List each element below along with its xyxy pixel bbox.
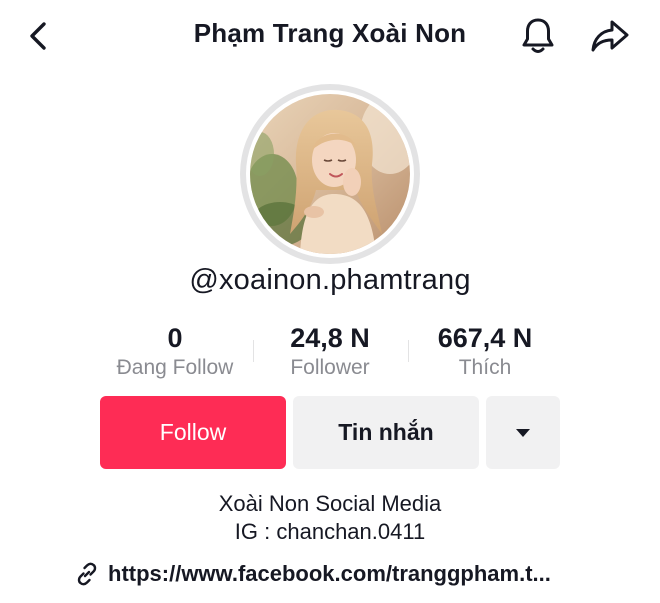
bio-line: IG : chanchan.0411 (234, 519, 426, 544)
bell-icon (522, 18, 554, 53)
link-text: https://www.facebook.com/tranggpham.t... (108, 561, 551, 586)
share-button[interactable] (588, 14, 632, 58)
following-count: 0 (167, 323, 183, 353)
link-icon (77, 562, 97, 586)
likes-count: 667,4 N (437, 323, 533, 353)
follow-button[interactable]: Follow (100, 396, 286, 469)
avatar-ring (240, 84, 420, 264)
profile-title: Phạm Trang Xoài Non (193, 18, 467, 48)
stat-followers[interactable]: 24,8 N Follower (260, 322, 400, 382)
share-arrow-icon (591, 20, 629, 52)
notification-button[interactable] (516, 14, 560, 58)
stat-divider (253, 340, 254, 362)
username: @xoainon.phamtrang (189, 264, 471, 296)
avatar[interactable] (250, 94, 410, 254)
stat-divider (408, 340, 409, 362)
caret-down-icon (516, 428, 530, 437)
stat-following[interactable]: 0 Đang Follow (100, 322, 250, 382)
followers-count: 24,8 N (290, 323, 370, 353)
avatar-frame (246, 90, 414, 258)
stat-likes[interactable]: 667,4 N Thích (415, 322, 555, 382)
profile-stats: 0 Đang Follow 24,8 N Follower 667,4 N Th… (100, 322, 560, 386)
likes-label: Thích (458, 356, 512, 379)
more-options-button[interactable] (486, 396, 560, 469)
message-button[interactable]: Tin nhắn (293, 396, 479, 469)
top-navigation-bar: Phạm Trang Xoài Non (0, 0, 660, 72)
followers-label: Follower (290, 356, 370, 379)
avatar-photo (250, 94, 410, 254)
profile-bio: Xoài Non Social Media IG : chanchan.0411 (0, 490, 660, 546)
profile-link[interactable]: https://www.facebook.com/tranggpham.t... (74, 558, 551, 590)
bio-line: Xoài Non Social Media (218, 491, 442, 516)
following-label: Đang Follow (116, 356, 234, 379)
